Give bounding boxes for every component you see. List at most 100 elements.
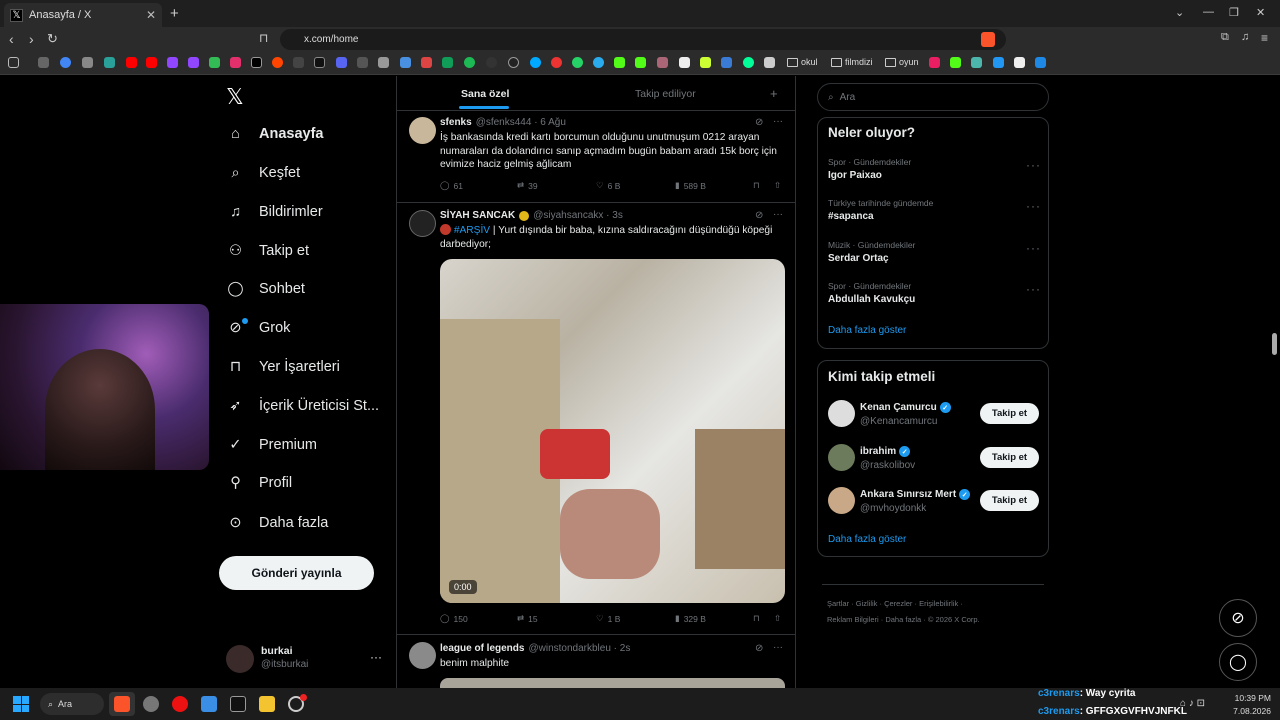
telegram-icon[interactable]	[593, 57, 604, 68]
sidebar-item-0[interactable]: ⌂ Anasayfa	[226, 124, 323, 143]
github-icon[interactable]	[508, 57, 519, 68]
bookmark-folder-okul[interactable]: okul	[787, 57, 818, 67]
twitch-icon[interactable]	[167, 57, 178, 68]
address-bar[interactable]: x.com/home	[280, 29, 1006, 50]
bookmark-favicon-icon[interactable]	[293, 57, 304, 68]
bookmark-favicon-icon[interactable]	[657, 57, 668, 68]
follow-button[interactable]: Takip et	[980, 403, 1039, 424]
post-author[interactable]: league of legends	[440, 643, 524, 654]
youtube-icon[interactable]	[146, 57, 157, 68]
photos-icon[interactable]	[201, 696, 217, 712]
bookmark-icon[interactable]: ⊓	[753, 180, 760, 191]
sidebar-item-5[interactable]: ⊘ Grok	[226, 318, 290, 337]
reddit-icon[interactable]	[272, 57, 283, 68]
extensions-icon[interactable]: ⧉	[1221, 31, 1229, 44]
post-more-icon[interactable]: ···	[773, 209, 783, 220]
tab-list-icon[interactable]: ⌄	[1175, 6, 1184, 19]
post-avatar[interactable]	[409, 210, 436, 237]
views-action[interactable]: ▮ 329 B	[675, 613, 706, 624]
page-scrollbar[interactable]	[1272, 333, 1277, 355]
trend-more-icon[interactable]: ···	[1026, 241, 1041, 255]
sidebar-item-9[interactable]: ⚲ Profil	[226, 473, 292, 492]
follow-button[interactable]: Takip et	[980, 490, 1039, 511]
kick-icon[interactable]	[950, 57, 961, 68]
post-more-icon[interactable]: ···	[773, 116, 783, 127]
grok-post-icon[interactable]: ⊘	[755, 210, 763, 221]
bookmark-favicon-icon[interactable]	[764, 57, 775, 68]
gmail-icon[interactable]	[421, 57, 432, 68]
bookmark-favicon-icon[interactable]	[486, 57, 497, 68]
sidebar-item-3[interactable]: ⚇ Takip et	[226, 241, 309, 260]
bookmark-icon[interactable]: ⊓	[753, 613, 760, 624]
reply-action[interactable]: ◯ 61	[440, 180, 463, 191]
repost-action[interactable]: ⇄ 15	[517, 613, 538, 624]
tray-icons[interactable]: ⌂ ♪ ⊡	[1180, 698, 1205, 709]
trend-name[interactable]: #sapanca	[828, 211, 874, 222]
trend-more-icon[interactable]: ···	[1026, 158, 1041, 172]
sidebar-item-7[interactable]: ➶ İçerik Üreticisi St...	[226, 396, 379, 415]
bookmark-folder-filmdizi[interactable]: filmdizi	[831, 57, 873, 67]
bookmark-favicon-icon[interactable]	[551, 57, 562, 68]
add-tab-icon[interactable]: +	[770, 86, 778, 101]
post-video[interactable]: 0:00	[440, 259, 785, 603]
taskbar-app-icon[interactable]	[143, 696, 159, 712]
sidebar-item-8[interactable]: ✓ Premium	[226, 435, 317, 454]
sidebar-item-10[interactable]: ⊙ Daha fazla	[226, 513, 328, 532]
drive-icon[interactable]	[442, 57, 453, 68]
trend-more-icon[interactable]: ···	[1026, 199, 1041, 213]
bookmark-favicon-icon[interactable]	[721, 57, 732, 68]
messages-fab-icon[interactable]: ◯	[1219, 643, 1257, 681]
sidebar-item-2[interactable]: ♫ Bildirimler	[226, 202, 323, 221]
bookmark-favicon-icon[interactable]	[700, 57, 711, 68]
apps-icon[interactable]	[8, 57, 19, 68]
taskbar-search[interactable]: ⌕ Ara	[40, 693, 104, 715]
bookmark-favicon-icon[interactable]	[82, 57, 93, 68]
follow-avatar[interactable]	[828, 444, 855, 471]
bookmark-favicon-icon[interactable]	[38, 57, 49, 68]
bookmark-favicon-icon[interactable]	[400, 57, 411, 68]
sidebar-item-6[interactable]: ⊓ Yer İşaretleri	[226, 357, 340, 376]
post-avatar[interactable]	[409, 642, 436, 669]
trend-name[interactable]: Serdar Ortaç	[828, 253, 889, 264]
post-media[interactable]	[440, 678, 785, 688]
back-icon[interactable]: ‹	[9, 31, 14, 47]
file-explorer-icon[interactable]	[259, 696, 275, 712]
bookmark-favicon-icon[interactable]	[743, 57, 754, 68]
forward-icon[interactable]: ›	[29, 31, 34, 47]
tab-close-icon[interactable]: ✕	[146, 8, 156, 22]
follow-avatar[interactable]	[828, 400, 855, 427]
post-avatar[interactable]	[409, 117, 436, 144]
clock-date[interactable]: 7.08.2026	[1229, 706, 1271, 716]
bookmark-favicon-icon[interactable]	[1014, 57, 1025, 68]
instagram-icon[interactable]	[230, 57, 241, 68]
tab-for-you[interactable]: Sana özel	[461, 88, 509, 100]
youtube-icon[interactable]	[126, 57, 137, 68]
grok-fab-icon[interactable]: ⊘	[1219, 599, 1257, 637]
sidebar-item-1[interactable]: ⌕ Keşfet	[226, 163, 300, 182]
share-icon[interactable]: ⇧	[774, 180, 781, 191]
follow-name[interactable]: Kenan Çamurcu ✓	[860, 402, 951, 413]
grok-post-icon[interactable]: ⊘	[755, 643, 763, 654]
like-action[interactable]: ♡ 6 B	[596, 180, 620, 191]
follow-avatar[interactable]	[828, 487, 855, 514]
share-icon[interactable]: ⇧	[774, 613, 781, 624]
reply-action[interactable]: ◯ 150	[440, 613, 468, 624]
account-name[interactable]: burkai	[261, 645, 293, 657]
taskbar-app-icon[interactable]	[172, 696, 188, 712]
discord-icon[interactable]	[336, 57, 347, 68]
post-more-icon[interactable]: ···	[773, 642, 783, 653]
bookmark-favicon-icon[interactable]	[1035, 57, 1046, 68]
bookmark-favicon-icon[interactable]	[378, 57, 389, 68]
hashtag-link[interactable]: #ARŞİV	[454, 225, 490, 236]
views-action[interactable]: ▮ 589 B	[675, 180, 706, 191]
tiktok-icon[interactable]	[314, 57, 325, 68]
bookmark-page-icon[interactable]: ⊓	[259, 31, 268, 45]
close-window-icon[interactable]: ✕	[1256, 6, 1265, 19]
browser-tab[interactable]: 𝕏 Anasayfa / X ✕	[4, 3, 162, 27]
bookmark-favicon-icon[interactable]	[530, 57, 541, 68]
sidebar-item-4[interactable]: ◯ Sohbet	[226, 279, 305, 298]
grok-post-icon[interactable]: ⊘	[755, 117, 763, 128]
trends-show-more[interactable]: Daha fazla göster	[828, 325, 906, 336]
bookmark-favicon-icon[interactable]	[679, 57, 690, 68]
twitch-icon[interactable]	[188, 57, 199, 68]
